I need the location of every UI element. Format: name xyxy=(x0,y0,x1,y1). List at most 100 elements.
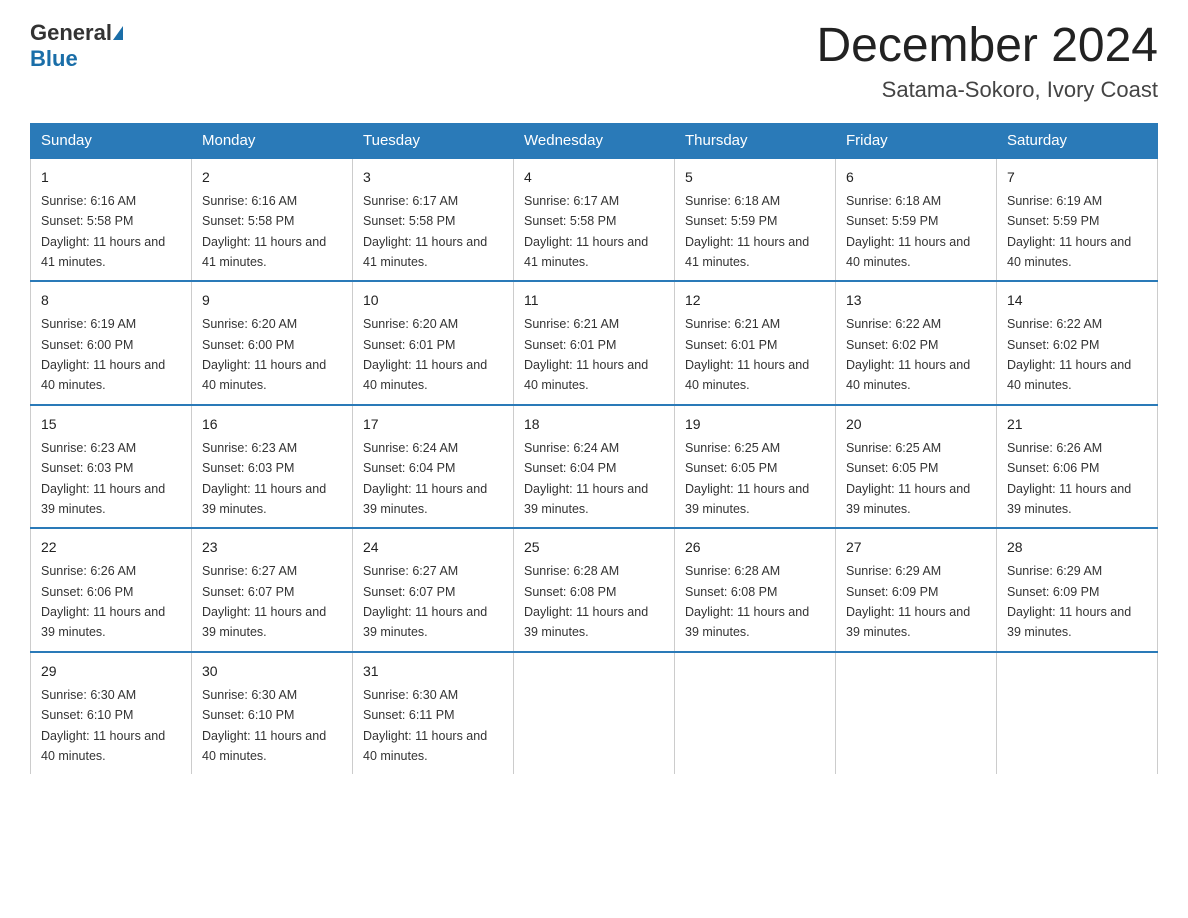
calendar-cell xyxy=(836,652,997,775)
day-info: Sunrise: 6:16 AMSunset: 5:58 PMDaylight:… xyxy=(202,194,326,269)
day-info: Sunrise: 6:19 AMSunset: 5:59 PMDaylight:… xyxy=(1007,194,1131,269)
day-info: Sunrise: 6:22 AMSunset: 6:02 PMDaylight:… xyxy=(846,317,970,392)
day-info: Sunrise: 6:28 AMSunset: 6:08 PMDaylight:… xyxy=(524,564,648,639)
day-number: 8 xyxy=(41,290,181,311)
calendar-table: SundayMondayTuesdayWednesdayThursdayFrid… xyxy=(30,123,1158,775)
calendar-cell: 28 Sunrise: 6:29 AMSunset: 6:09 PMDayligh… xyxy=(997,528,1158,652)
calendar-cell: 24 Sunrise: 6:27 AMSunset: 6:07 PMDayligh… xyxy=(353,528,514,652)
column-header-friday: Friday xyxy=(836,123,997,158)
calendar-cell xyxy=(675,652,836,775)
calendar-cell: 20 Sunrise: 6:25 AMSunset: 6:05 PMDayligh… xyxy=(836,405,997,529)
day-info: Sunrise: 6:26 AMSunset: 6:06 PMDaylight:… xyxy=(41,564,165,639)
day-number: 31 xyxy=(363,661,503,682)
calendar-cell: 3 Sunrise: 6:17 AMSunset: 5:58 PMDaylight… xyxy=(353,158,514,282)
day-info: Sunrise: 6:23 AMSunset: 6:03 PMDaylight:… xyxy=(202,441,326,516)
day-info: Sunrise: 6:21 AMSunset: 6:01 PMDaylight:… xyxy=(685,317,809,392)
calendar-cell: 31Sunrise: 6:30 AMSunset: 6:11 PMDayligh… xyxy=(353,652,514,775)
calendar-cell: 26 Sunrise: 6:28 AMSunset: 6:08 PMDayligh… xyxy=(675,528,836,652)
day-number: 16 xyxy=(202,414,342,435)
location-label: Satama-Sokoro, Ivory Coast xyxy=(816,77,1158,103)
calendar-cell: 25 Sunrise: 6:28 AMSunset: 6:08 PMDayligh… xyxy=(514,528,675,652)
day-number: 22 xyxy=(41,537,181,558)
day-number: 7 xyxy=(1007,167,1147,188)
day-info: Sunrise: 6:18 AMSunset: 5:59 PMDaylight:… xyxy=(846,194,970,269)
week-row-2: 8 Sunrise: 6:19 AMSunset: 6:00 PMDaylight… xyxy=(31,281,1158,405)
logo-general-text: General xyxy=(30,20,112,46)
calendar-cell: 7 Sunrise: 6:19 AMSunset: 5:59 PMDaylight… xyxy=(997,158,1158,282)
day-info: Sunrise: 6:29 AMSunset: 6:09 PMDaylight:… xyxy=(846,564,970,639)
day-info: Sunrise: 6:18 AMSunset: 5:59 PMDaylight:… xyxy=(685,194,809,269)
day-number: 11 xyxy=(524,290,664,311)
day-info: Sunrise: 6:19 AMSunset: 6:00 PMDaylight:… xyxy=(41,317,165,392)
day-number: 28 xyxy=(1007,537,1147,558)
day-number: 2 xyxy=(202,167,342,188)
day-info: Sunrise: 6:25 AMSunset: 6:05 PMDaylight:… xyxy=(846,441,970,516)
calendar-cell: 10 Sunrise: 6:20 AMSunset: 6:01 PMDayligh… xyxy=(353,281,514,405)
day-number: 10 xyxy=(363,290,503,311)
day-number: 25 xyxy=(524,537,664,558)
day-number: 18 xyxy=(524,414,664,435)
day-number: 20 xyxy=(846,414,986,435)
day-info: Sunrise: 6:20 AMSunset: 6:01 PMDaylight:… xyxy=(363,317,487,392)
logo-blue-text: Blue xyxy=(30,46,78,72)
day-number: 4 xyxy=(524,167,664,188)
day-info: Sunrise: 6:21 AMSunset: 6:01 PMDaylight:… xyxy=(524,317,648,392)
day-info: Sunrise: 6:27 AMSunset: 6:07 PMDaylight:… xyxy=(202,564,326,639)
day-info: Sunrise: 6:30 AMSunset: 6:10 PMDaylight:… xyxy=(41,688,165,763)
calendar-cell: 4 Sunrise: 6:17 AMSunset: 5:58 PMDaylight… xyxy=(514,158,675,282)
day-info: Sunrise: 6:20 AMSunset: 6:00 PMDaylight:… xyxy=(202,317,326,392)
column-header-wednesday: Wednesday xyxy=(514,123,675,158)
calendar-cell: 13 Sunrise: 6:22 AMSunset: 6:02 PMDayligh… xyxy=(836,281,997,405)
calendar-cell: 17 Sunrise: 6:24 AMSunset: 6:04 PMDayligh… xyxy=(353,405,514,529)
calendar-header-row: SundayMondayTuesdayWednesdayThursdayFrid… xyxy=(31,123,1158,158)
week-row-4: 22 Sunrise: 6:26 AMSunset: 6:06 PMDayligh… xyxy=(31,528,1158,652)
day-number: 13 xyxy=(846,290,986,311)
calendar-cell: 6 Sunrise: 6:18 AMSunset: 5:59 PMDaylight… xyxy=(836,158,997,282)
calendar-cell: 30 Sunrise: 6:30 AMSunset: 6:10 PMDayligh… xyxy=(192,652,353,775)
day-number: 21 xyxy=(1007,414,1147,435)
logo-arrow-icon xyxy=(113,26,123,40)
day-number: 30 xyxy=(202,661,342,682)
day-number: 17 xyxy=(363,414,503,435)
calendar-cell: 22 Sunrise: 6:26 AMSunset: 6:06 PMDayligh… xyxy=(31,528,192,652)
day-number: 3 xyxy=(363,167,503,188)
day-info: Sunrise: 6:28 AMSunset: 6:08 PMDaylight:… xyxy=(685,564,809,639)
day-info: Sunrise: 6:25 AMSunset: 6:05 PMDaylight:… xyxy=(685,441,809,516)
calendar-cell: 1 Sunrise: 6:16 AMSunset: 5:58 PMDaylight… xyxy=(31,158,192,282)
day-info: Sunrise: 6:17 AMSunset: 5:58 PMDaylight:… xyxy=(363,194,487,269)
column-header-monday: Monday xyxy=(192,123,353,158)
calendar-cell: 11 Sunrise: 6:21 AMSunset: 6:01 PMDayligh… xyxy=(514,281,675,405)
day-info: Sunrise: 6:17 AMSunset: 5:58 PMDaylight:… xyxy=(524,194,648,269)
title-block: December 2024 Satama-Sokoro, Ivory Coast xyxy=(816,20,1158,103)
day-number: 27 xyxy=(846,537,986,558)
day-number: 1 xyxy=(41,167,181,188)
week-row-3: 15Sunrise: 6:23 AMSunset: 6:03 PMDayligh… xyxy=(31,405,1158,529)
day-number: 6 xyxy=(846,167,986,188)
day-info: Sunrise: 6:29 AMSunset: 6:09 PMDaylight:… xyxy=(1007,564,1131,639)
day-info: Sunrise: 6:22 AMSunset: 6:02 PMDaylight:… xyxy=(1007,317,1131,392)
day-info: Sunrise: 6:16 AMSunset: 5:58 PMDaylight:… xyxy=(41,194,165,269)
calendar-cell: 8 Sunrise: 6:19 AMSunset: 6:00 PMDaylight… xyxy=(31,281,192,405)
day-number: 26 xyxy=(685,537,825,558)
day-info: Sunrise: 6:27 AMSunset: 6:07 PMDaylight:… xyxy=(363,564,487,639)
column-header-saturday: Saturday xyxy=(997,123,1158,158)
week-row-1: 1 Sunrise: 6:16 AMSunset: 5:58 PMDaylight… xyxy=(31,158,1158,282)
day-number: 23 xyxy=(202,537,342,558)
calendar-cell: 27 Sunrise: 6:29 AMSunset: 6:09 PMDayligh… xyxy=(836,528,997,652)
calendar-cell: 23 Sunrise: 6:27 AMSunset: 6:07 PMDayligh… xyxy=(192,528,353,652)
day-number: 14 xyxy=(1007,290,1147,311)
calendar-cell xyxy=(514,652,675,775)
day-info: Sunrise: 6:24 AMSunset: 6:04 PMDaylight:… xyxy=(363,441,487,516)
day-number: 12 xyxy=(685,290,825,311)
calendar-cell: 12 Sunrise: 6:21 AMSunset: 6:01 PMDayligh… xyxy=(675,281,836,405)
calendar-cell xyxy=(997,652,1158,775)
month-title: December 2024 xyxy=(816,20,1158,73)
day-number: 24 xyxy=(363,537,503,558)
column-header-thursday: Thursday xyxy=(675,123,836,158)
calendar-cell: 16 Sunrise: 6:23 AMSunset: 6:03 PMDayligh… xyxy=(192,405,353,529)
day-number: 5 xyxy=(685,167,825,188)
calendar-cell: 14 Sunrise: 6:22 AMSunset: 6:02 PMDayligh… xyxy=(997,281,1158,405)
week-row-5: 29Sunrise: 6:30 AMSunset: 6:10 PMDayligh… xyxy=(31,652,1158,775)
calendar-cell: 21Sunrise: 6:26 AMSunset: 6:06 PMDayligh… xyxy=(997,405,1158,529)
day-info: Sunrise: 6:30 AMSunset: 6:10 PMDaylight:… xyxy=(202,688,326,763)
